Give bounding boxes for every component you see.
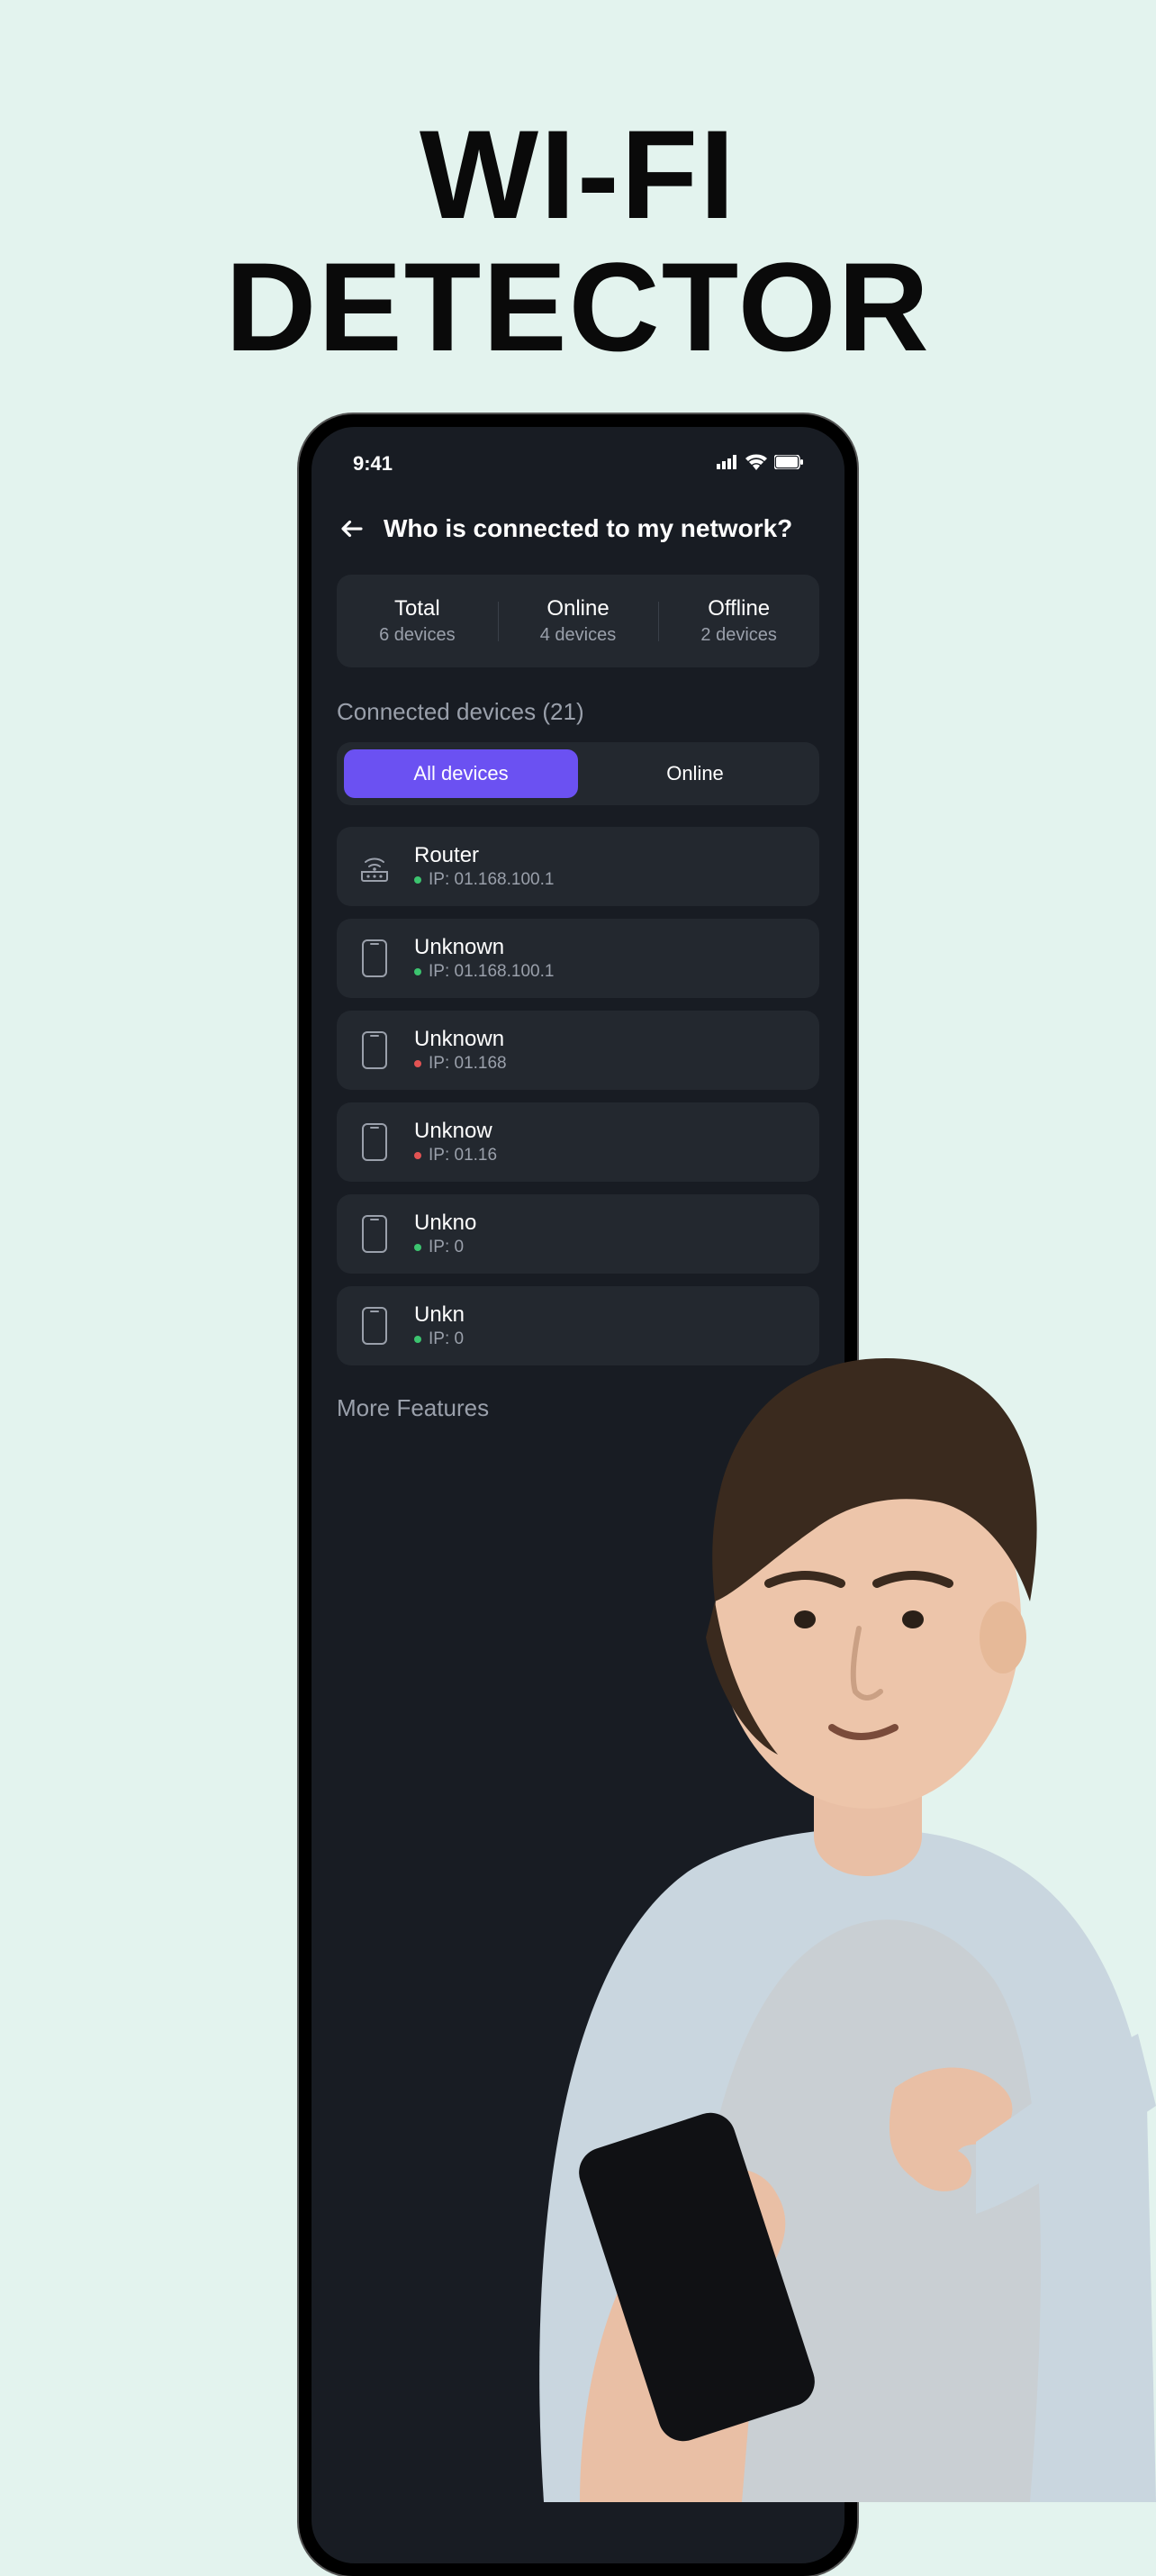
back-button[interactable] — [337, 513, 367, 544]
stats-card: Total 6 devices Online 4 devices Offline… — [337, 575, 819, 667]
stat-online[interactable]: Online 4 devices — [498, 596, 659, 646]
device-ip: IP: 01.168.100.1 — [429, 870, 554, 890]
device-info: Unkno IP: 0 — [414, 1211, 476, 1257]
device-ip-row: IP: 01.168 — [414, 1054, 507, 1074]
device-name: Unknown — [414, 1027, 507, 1052]
promo-line1: WI-FI — [0, 108, 1156, 240]
status-dot-icon — [414, 1336, 421, 1343]
header: Who is connected to my network? — [312, 492, 844, 569]
device-ip-row: IP: 01.168.100.1 — [414, 962, 554, 982]
device-name: Unknow — [414, 1119, 497, 1144]
device-ip: IP: 0 — [429, 1238, 464, 1257]
status-icons — [717, 454, 803, 475]
device-ip: IP: 0 — [429, 1329, 464, 1349]
promo-title: WI-FI DETECTOR — [0, 0, 1156, 373]
stat-offline-sub: 2 devices — [658, 625, 819, 646]
device-name: Unkno — [414, 1211, 476, 1236]
device-name: Router — [414, 843, 554, 868]
stat-online-title: Online — [498, 596, 659, 621]
device-item[interactable]: UnknownIP: 01.168 — [337, 1011, 819, 1090]
device-name: Unkn — [414, 1302, 465, 1328]
status-time: 9:41 — [353, 452, 393, 476]
phone-icon — [355, 1214, 394, 1254]
router-icon — [355, 847, 394, 886]
stat-offline-title: Offline — [658, 596, 819, 621]
device-item[interactable]: UnknownIP: 01.168.100.1 — [337, 919, 819, 998]
wifi-icon — [745, 454, 767, 475]
status-dot-icon — [414, 1060, 421, 1067]
phone-icon — [355, 1122, 394, 1162]
device-item[interactable]: UnknIP: 0 — [337, 1286, 819, 1365]
more-features-title: More Features — [312, 1365, 844, 1422]
stat-total-title: Total — [337, 596, 498, 621]
device-ip: IP: 01.16 — [429, 1146, 497, 1166]
phone-screen: 9:41 Who is connected to my network? — [312, 427, 844, 2563]
device-info: RouterIP: 01.168.100.1 — [414, 843, 554, 890]
device-ip-row: IP: 01.16 — [414, 1146, 497, 1166]
stat-total[interactable]: Total 6 devices — [337, 596, 498, 646]
cellular-icon — [717, 455, 738, 474]
device-ip-row: IP: 0 — [414, 1238, 476, 1257]
promo-line2: DETECTOR — [0, 240, 1156, 373]
device-item[interactable]: RouterIP: 01.168.100.1 — [337, 827, 819, 906]
battery-icon — [774, 455, 803, 474]
phone-frame: 9:41 Who is connected to my network? — [299, 414, 857, 2576]
stat-offline[interactable]: Offline 2 devices — [658, 596, 819, 646]
device-list: RouterIP: 01.168.100.1UnknownIP: 01.168.… — [312, 827, 844, 1365]
device-item[interactable]: Unkno IP: 0 — [337, 1194, 819, 1274]
device-info: UnknownIP: 01.168.100.1 — [414, 935, 554, 982]
stat-online-sub: 4 devices — [498, 625, 659, 646]
phone-icon — [355, 939, 394, 978]
device-ip: IP: 01.168 — [429, 1054, 507, 1074]
device-info: UnknownIP: 01.168 — [414, 1027, 507, 1074]
status-dot-icon — [414, 1152, 421, 1159]
phone-icon — [355, 1306, 394, 1346]
connected-devices-title: Connected devices (21) — [312, 667, 844, 742]
device-item[interactable]: UnknowIP: 01.16 — [337, 1102, 819, 1182]
stat-total-sub: 6 devices — [337, 625, 498, 646]
status-bar: 9:41 — [312, 449, 844, 492]
phone-icon — [355, 1030, 394, 1070]
device-ip-row: IP: 0 — [414, 1329, 465, 1349]
status-dot-icon — [414, 968, 421, 975]
device-info: UnknIP: 0 — [414, 1302, 465, 1349]
tab-all-devices[interactable]: All devices — [344, 749, 578, 798]
tab-online[interactable]: Online — [578, 749, 812, 798]
status-dot-icon — [414, 876, 421, 884]
device-ip-row: IP: 01.168.100.1 — [414, 870, 554, 890]
page-title: Who is connected to my network? — [384, 514, 792, 543]
arrow-left-icon — [339, 515, 366, 542]
device-name: Unknown — [414, 935, 554, 960]
status-dot-icon — [414, 1244, 421, 1251]
device-tabs: All devices Online — [337, 742, 819, 805]
device-ip: IP: 01.168.100.1 — [429, 962, 554, 982]
device-info: UnknowIP: 01.16 — [414, 1119, 497, 1166]
